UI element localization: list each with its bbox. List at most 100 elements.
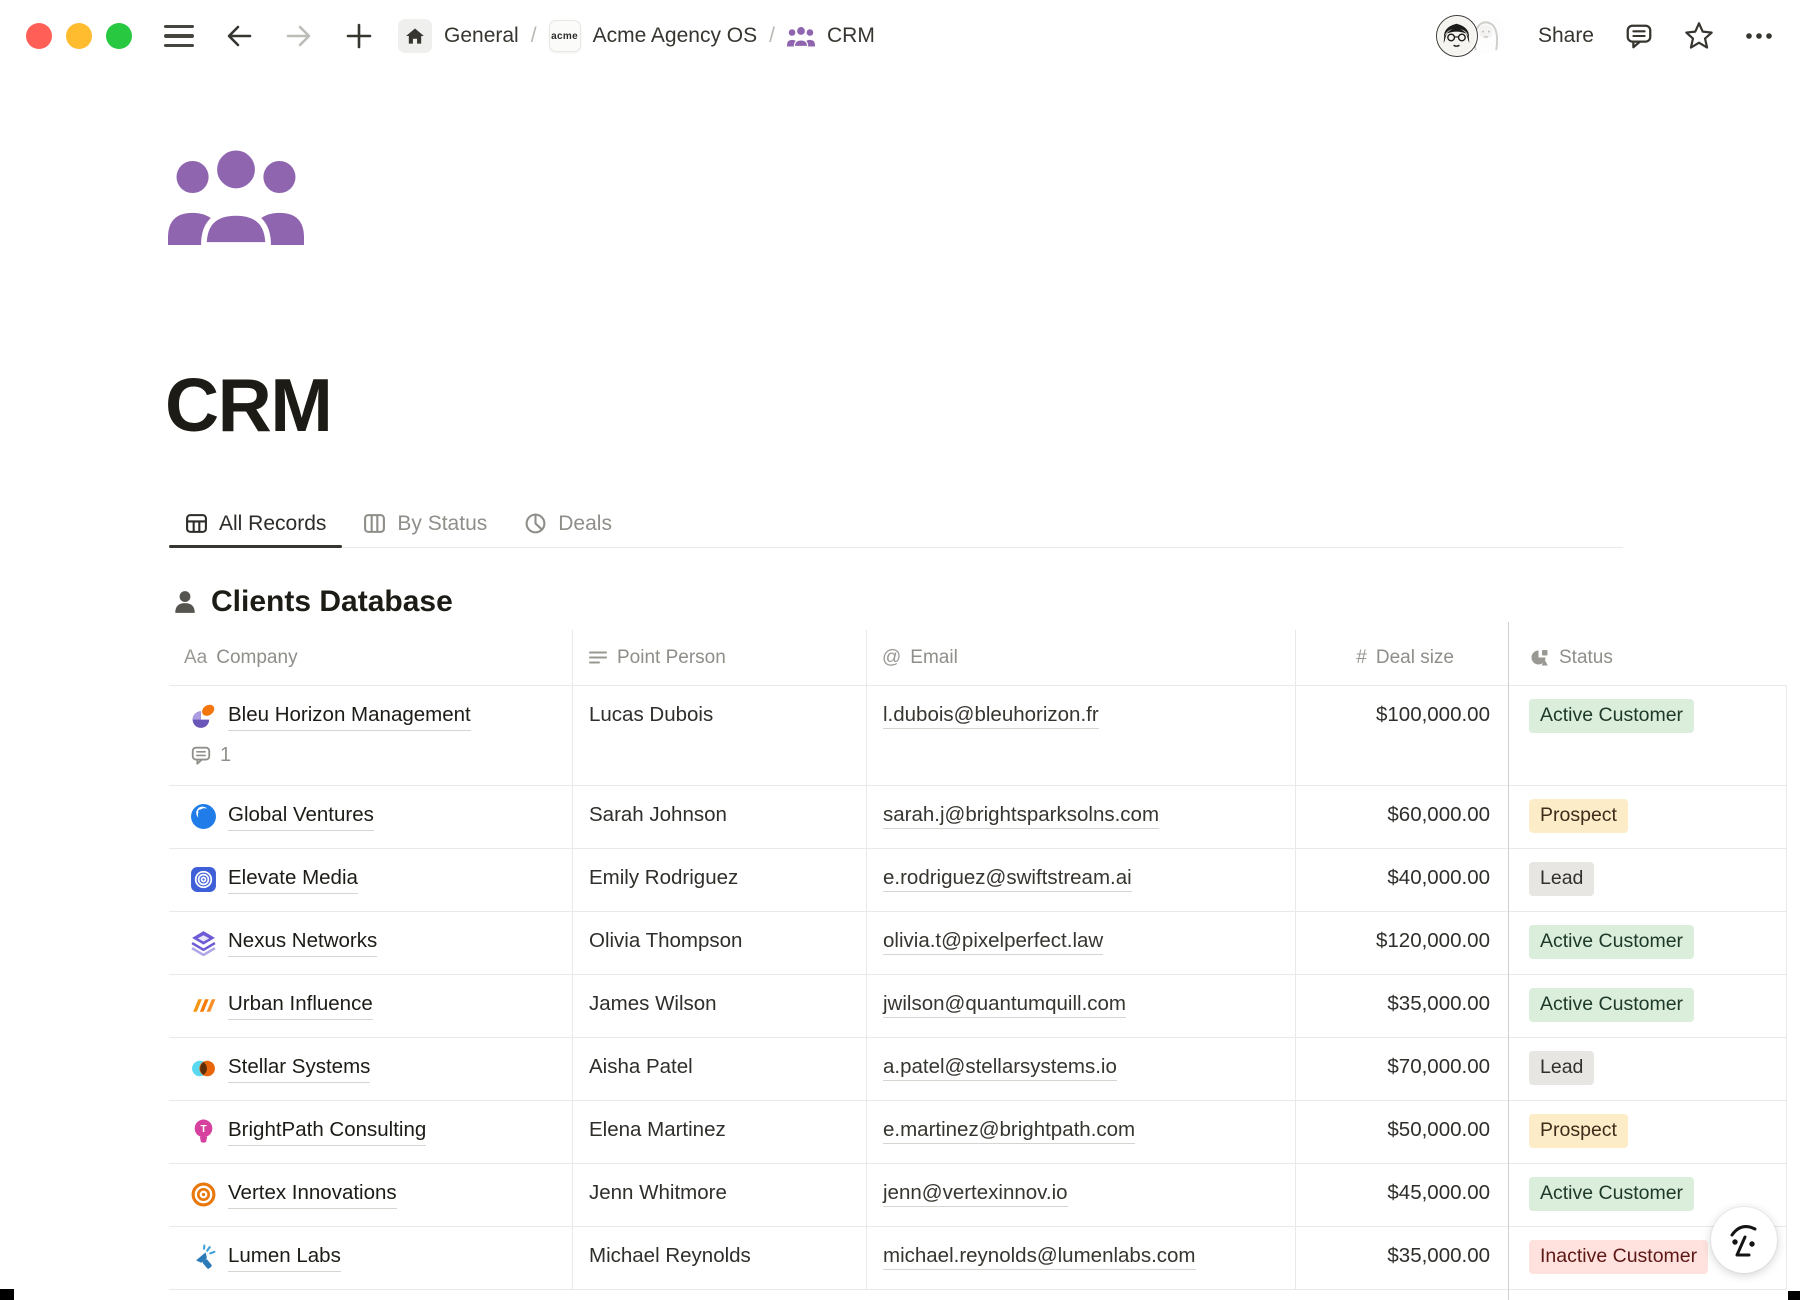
deal-size-cell[interactable]: $35,000.00 [1296, 1227, 1509, 1289]
table-row[interactable]: Stellar Systems Aisha Patel a.patel@stel… [169, 1038, 1787, 1101]
status-cell[interactable]: Active Customer [1509, 912, 1787, 974]
deal-size-cell[interactable]: $100,000.00 [1296, 686, 1509, 785]
point-person-cell[interactable]: Jenn Whitmore [573, 1164, 867, 1226]
table-row[interactable]: T BrightPath Consulting Elena Martinez e… [169, 1101, 1787, 1164]
email-cell[interactable]: olivia.t@pixelperfect.law [867, 912, 1296, 974]
email-cell[interactable]: l.dubois@bleuhorizon.fr [867, 686, 1296, 785]
comment-count[interactable]: 1 [190, 742, 556, 768]
point-person-cell[interactable]: Olivia Thompson [573, 912, 867, 974]
deal-size-cell[interactable]: $50,000.00 [1296, 1101, 1509, 1163]
deal-size-cell[interactable]: $40,000.00 [1296, 849, 1509, 911]
favorite-star-icon[interactable] [1684, 21, 1714, 51]
point-person-cell[interactable]: Elena Martinez [573, 1101, 867, 1163]
column-header-point-person[interactable]: Point Person [573, 630, 867, 685]
email-link[interactable]: jenn@vertexinnov.io [883, 1181, 1068, 1207]
status-cell[interactable]: Active Customer [1509, 686, 1787, 785]
status-cell[interactable]: Prospect [1509, 786, 1787, 848]
point-person-cell[interactable]: Lucas Dubois [573, 686, 867, 785]
breadcrumb-root[interactable]: General [444, 24, 519, 48]
email-link[interactable]: sarah.j@brightsparksolns.com [883, 803, 1159, 829]
email-link[interactable]: e.rodriguez@swiftstream.ai [883, 866, 1132, 892]
deal-size-cell[interactable]: $70,000.00 [1296, 1038, 1509, 1100]
company-link[interactable]: Elevate Media [228, 865, 358, 894]
table-row[interactable]: Urban Influence James Wilson jwilson@qua… [169, 975, 1787, 1038]
new-page-icon[interactable] [342, 19, 376, 53]
tab-deals[interactable]: Deals [508, 500, 628, 547]
table-row[interactable]: Bleu Horizon Management 1 Lucas Dubois l… [169, 686, 1787, 786]
email-cell[interactable]: jenn@vertexinnov.io [867, 1164, 1296, 1226]
column-header-email[interactable]: @ Email [867, 630, 1296, 685]
zoom-window-button[interactable] [106, 23, 132, 49]
page-icon-people-group[interactable] [168, 143, 304, 245]
status-badge[interactable]: Active Customer [1529, 699, 1694, 733]
email-link[interactable]: e.martinez@brightpath.com [883, 1118, 1135, 1144]
email-link[interactable]: jwilson@quantumquill.com [883, 992, 1126, 1018]
email-link[interactable]: a.patel@stellarsystems.io [883, 1055, 1117, 1081]
status-cell[interactable]: Lead [1509, 849, 1787, 911]
email-link[interactable]: michael.reynolds@lumenlabs.com [883, 1244, 1196, 1270]
email-cell[interactable]: e.rodriguez@swiftstream.ai [867, 849, 1296, 911]
company-link[interactable]: Vertex Innovations [228, 1180, 397, 1209]
point-person-cell[interactable]: Aisha Patel [573, 1038, 867, 1100]
tab-all-records[interactable]: All Records [169, 500, 342, 547]
deal-size-cell[interactable]: $45,000.00 [1296, 1164, 1509, 1226]
close-window-button[interactable] [26, 23, 52, 49]
status-badge[interactable]: Prospect [1529, 1114, 1628, 1148]
column-header-deal-size[interactable]: # Deal size [1296, 630, 1509, 685]
deal-size-cell[interactable]: $120,000.00 [1296, 912, 1509, 974]
point-person-cell[interactable]: James Wilson [573, 975, 867, 1037]
back-icon[interactable] [222, 19, 256, 53]
status-badge[interactable]: Active Customer [1529, 925, 1694, 959]
email-link[interactable]: olivia.t@pixelperfect.law [883, 929, 1103, 955]
forward-icon[interactable] [282, 19, 316, 53]
table-row[interactable]: Global Ventures Sarah Johnson sarah.j@br… [169, 786, 1787, 849]
table-row[interactable]: Nexus Networks Olivia Thompson olivia.t@… [169, 912, 1787, 975]
company-link[interactable]: Lumen Labs [228, 1243, 341, 1272]
home-icon[interactable] [398, 19, 432, 53]
tab-by-status[interactable]: By Status [347, 500, 503, 547]
email-cell[interactable]: e.martinez@brightpath.com [867, 1101, 1296, 1163]
column-header-company[interactable]: Aa Company [169, 630, 573, 685]
status-cell[interactable]: Prospect [1509, 1101, 1787, 1163]
status-badge[interactable]: Active Customer [1529, 988, 1694, 1022]
comments-icon[interactable] [1624, 21, 1654, 51]
table-row[interactable]: Vertex Innovations Jenn Whitmore jenn@ve… [169, 1164, 1787, 1227]
status-badge[interactable]: Inactive Customer [1529, 1240, 1708, 1274]
company-link[interactable]: Bleu Horizon Management [228, 702, 471, 731]
status-cell[interactable]: Lead [1509, 1038, 1787, 1100]
acme-workspace-icon[interactable]: acme [549, 20, 581, 52]
point-person-cell[interactable]: Emily Rodriguez [573, 849, 867, 911]
company-cell[interactable]: Bleu Horizon Management 1 [169, 686, 573, 785]
company-link[interactable]: BrightPath Consulting [228, 1117, 426, 1146]
breadcrumb-page[interactable]: CRM [827, 24, 875, 48]
status-badge[interactable]: Active Customer [1529, 1177, 1694, 1211]
point-person-cell[interactable]: Michael Reynolds [573, 1227, 867, 1289]
company-link[interactable]: Nexus Networks [228, 928, 377, 957]
database-title-text[interactable]: Clients Database [211, 585, 453, 619]
column-header-status[interactable]: Status [1509, 630, 1787, 685]
share-button[interactable]: Share [1538, 24, 1594, 48]
status-cell[interactable]: Active Customer [1509, 975, 1787, 1037]
minimize-window-button[interactable] [66, 23, 92, 49]
company-link[interactable]: Stellar Systems [228, 1054, 370, 1083]
breadcrumb-workspace[interactable]: Acme Agency OS [593, 24, 758, 48]
table-row[interactable]: Elevate Media Emily Rodriguez e.rodrigue… [169, 849, 1787, 912]
sidebar-menu-icon[interactable] [162, 19, 196, 53]
company-link[interactable]: Urban Influence [228, 991, 373, 1020]
email-cell[interactable]: jwilson@quantumquill.com [867, 975, 1296, 1037]
more-options-icon[interactable] [1744, 31, 1774, 41]
point-person-cell[interactable]: Sarah Johnson [573, 786, 867, 848]
status-badge[interactable]: Lead [1529, 862, 1594, 896]
email-link[interactable]: l.dubois@bleuhorizon.fr [883, 703, 1099, 729]
avatar[interactable] [1436, 15, 1478, 57]
notion-ai-button[interactable] [1711, 1207, 1777, 1273]
company-link[interactable]: Global Ventures [228, 802, 374, 831]
email-cell[interactable]: sarah.j@brightsparksolns.com [867, 786, 1296, 848]
table-row[interactable]: Lumen Labs Michael Reynolds michael.reyn… [169, 1227, 1787, 1290]
email-cell[interactable]: a.patel@stellarsystems.io [867, 1038, 1296, 1100]
deal-size-cell[interactable]: $35,000.00 [1296, 975, 1509, 1037]
deal-size-cell[interactable]: $60,000.00 [1296, 786, 1509, 848]
status-badge[interactable]: Prospect [1529, 799, 1628, 833]
email-cell[interactable]: michael.reynolds@lumenlabs.com [867, 1227, 1296, 1289]
status-badge[interactable]: Lead [1529, 1051, 1594, 1085]
